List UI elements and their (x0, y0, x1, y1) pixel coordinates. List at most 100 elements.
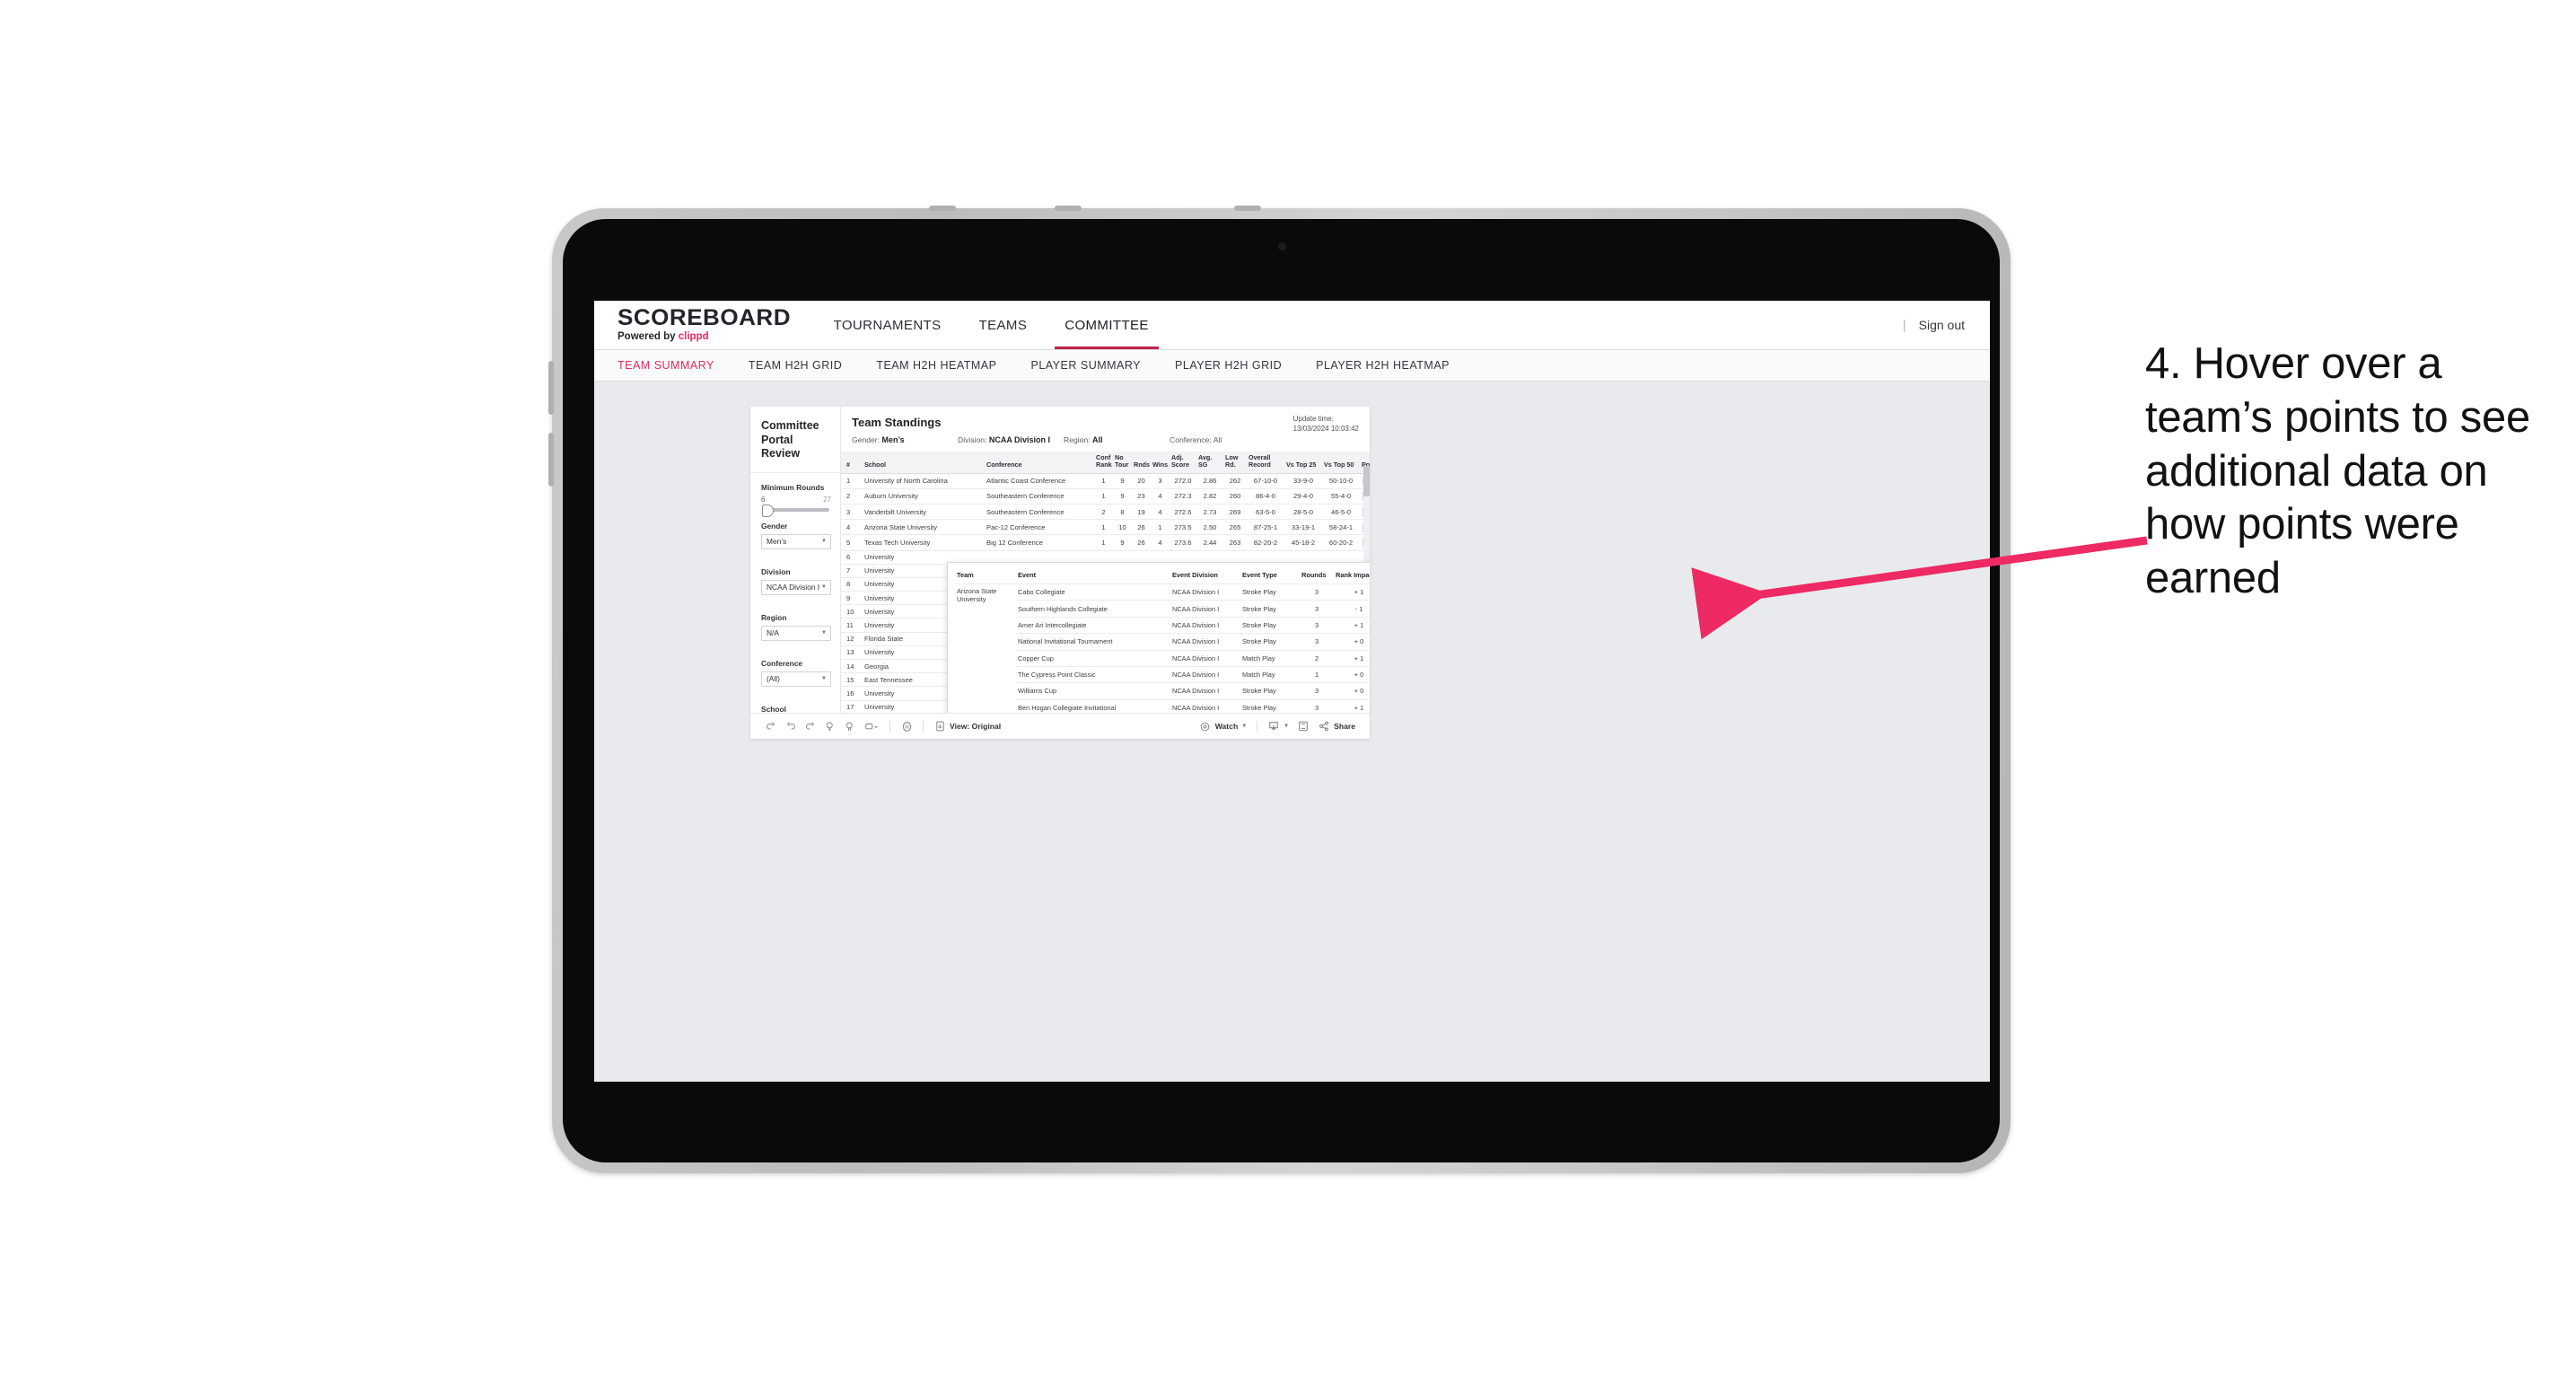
tab-team-summary[interactable]: TEAM SUMMARY (618, 359, 732, 372)
cell-rnds: 26 (1132, 519, 1151, 536)
undo-icon[interactable] (761, 717, 781, 735)
tooltip-cell-event-type: Stroke Play (1240, 698, 1300, 713)
minimum-rounds-slider[interactable] (762, 504, 829, 517)
tab-player-summary[interactable]: PLAYER SUMMARY (1030, 359, 1159, 372)
col-avg-sg[interactable]: Avg. SG (1196, 452, 1223, 474)
tooltip-cell-rounds: 3 (1300, 600, 1334, 618)
tooltip-row: The Cypress Point Classic NCAA Division I… (955, 665, 1370, 683)
slider-handle[interactable] (762, 504, 774, 517)
cell-wins: 4 (1151, 488, 1170, 504)
division-select[interactable]: NCAA Division I ▼ (761, 579, 831, 595)
tooltip-col-event-division: Event Division (1172, 571, 1218, 579)
page-title: Team Standings (852, 416, 942, 429)
tooltip-cell-event: Copper Cup (1016, 649, 1170, 667)
col-no-tour[interactable]: No Tour (1113, 452, 1132, 474)
tooltip-cell-event: National Invitational Tournament (1016, 633, 1170, 650)
tab-player-h2h-grid[interactable]: PLAYER H2H GRID (1175, 359, 1300, 372)
tooltip-table: Team Event Event Division Event Type Rou… (955, 568, 1370, 713)
standings-panel: Team Standings Gender: Men’s Division: N… (841, 407, 1370, 713)
cell-overall-record: 82-20-2 (1247, 534, 1284, 551)
watch-button[interactable]: Watch ▼ (1196, 717, 1250, 735)
redo-icon[interactable] (781, 717, 801, 735)
region-select[interactable]: N/A ▼ (761, 625, 831, 641)
visualization-container: Committee Portal Review Minimum Rounds 6… (750, 407, 1370, 739)
cell-rank: 3 (841, 504, 863, 521)
tooltip-cell-rank-impact: + 0 (1334, 633, 1370, 650)
slider-max-value: 27 (823, 495, 831, 504)
cell-no-tour: 10 (1113, 519, 1132, 536)
revert-icon[interactable] (801, 717, 820, 735)
refresh-icon[interactable] (820, 717, 840, 735)
cell-conf-rank: 1 (1094, 473, 1113, 489)
share-button[interactable]: Share (1314, 717, 1359, 735)
nav-item-tournaments[interactable]: TOURNAMENTS (815, 301, 960, 349)
cell-wins: 4 (1151, 534, 1170, 551)
col-conf-rank[interactable]: Conf Rank (1094, 452, 1113, 474)
tooltip-cell-event: Cabo Collegiate (1016, 583, 1170, 601)
col-rnds[interactable]: Rnds (1132, 452, 1151, 474)
cell-adj-score: 273.5 (1170, 519, 1196, 536)
watch-label: Watch (1214, 722, 1239, 731)
table-row[interactable]: 2 Auburn University Southeastern Conferenc… (841, 488, 1370, 504)
gender-select[interactable]: Men’s ▼ (761, 533, 831, 549)
conference-select-value: (All) (767, 674, 780, 684)
cell-overall-record: 86-4-0 (1247, 488, 1284, 504)
cell-avg-sg: 2.44 (1196, 534, 1223, 551)
cell-rank: 15 (841, 672, 863, 688)
fullscreen-icon[interactable] (1292, 717, 1314, 735)
standings-header-row: # School Conference Conf Rank No Tour Rn… (841, 452, 1370, 474)
cell-vs-top-50: 50-10-0 (1322, 473, 1360, 489)
col-conference[interactable]: Conference (985, 452, 1094, 474)
cell-wins: 3 (1151, 473, 1170, 489)
col-adj-score[interactable]: Adj. Score (1170, 452, 1196, 474)
watch-icon (1199, 717, 1212, 735)
tab-team-h2h-heatmap[interactable]: TEAM H2H HEATMAP (876, 359, 1014, 372)
tooltip-cell-event-division: NCAA Division I (1170, 649, 1240, 667)
context-division-value: NCAA Division I (988, 435, 1051, 444)
pause-icon[interactable] (897, 717, 916, 735)
cell-low-rd: 269 (1223, 504, 1247, 521)
nav-item-teams[interactable]: TEAMS (960, 301, 1047, 349)
tooltip-cell-event: Ben Hogan Collegiate Invitational (1016, 698, 1170, 713)
table-row[interactable]: 4 Arizona State University Pac-12 Conferen… (841, 519, 1370, 536)
chevron-down-icon: ▼ (1241, 724, 1248, 729)
cell-rank: 13 (841, 645, 863, 661)
col-overall-record[interactable]: Overall Record (1247, 452, 1284, 474)
col-vs-top-50[interactable]: Vs Top 50 (1322, 452, 1360, 474)
nav-item-committee[interactable]: COMMITTEE (1046, 301, 1168, 349)
col-vs-top-25[interactable]: Vs Top 25 (1284, 452, 1322, 474)
cell-vs-top-25: 28-5-0 (1284, 504, 1322, 521)
cell-school: University of North Carolina (863, 473, 985, 489)
context-conference-label: Conference: (1170, 435, 1212, 444)
filter-gender: Gender Men’s ▼ (750, 512, 840, 549)
tab-team-h2h-grid[interactable]: TEAM H2H GRID (749, 359, 860, 372)
new-worksheet-icon[interactable] (860, 717, 883, 735)
download-button[interactable]: ▼ (1264, 717, 1292, 735)
col-rank[interactable]: # (841, 452, 863, 474)
pause-auto-updates-icon[interactable] (840, 717, 860, 735)
standings-table-wrapper[interactable]: # School Conference Conf Rank No Tour Rn… (841, 452, 1370, 713)
view-icon (933, 717, 946, 735)
table-row[interactable]: 3 Vanderbilt University Southeastern Confe… (841, 504, 1370, 521)
cell-rank: 11 (841, 618, 863, 633)
chevron-down-icon: ▼ (821, 539, 827, 545)
view-original-button[interactable]: View: Original (930, 717, 1004, 735)
table-row[interactable]: 1 University of North Carolina Atlantic Co… (841, 473, 1370, 489)
app-logo[interactable]: SCOREBOARD Powered by clippd (594, 307, 815, 343)
device-power-button (548, 433, 554, 487)
tooltip-row: National Invitational Tournament NCAA Div… (955, 633, 1370, 650)
col-school[interactable]: School (863, 452, 985, 474)
sign-out-link[interactable]: Sign out (1919, 318, 1965, 332)
logo-tagline-brand: clippd (678, 331, 709, 343)
tab-player-h2h-heatmap[interactable]: PLAYER H2H HEATMAP (1316, 359, 1468, 372)
cell-rank: 14 (841, 659, 863, 674)
table-scrollbar-thumb[interactable] (1363, 466, 1370, 496)
conference-select[interactable]: (All) ▼ (761, 671, 831, 687)
filter-label-division: Division (761, 566, 791, 576)
col-low-rd[interactable]: Low Rd. (1223, 452, 1247, 474)
portal-title: Committee Portal Review (750, 407, 840, 473)
col-wins[interactable]: Wins (1151, 452, 1170, 474)
tooltip-row: Copper CupNCAA Division IMatch Play2+ 14… (955, 649, 1370, 667)
table-row[interactable]: 5 Texas Tech University Big 12 Conference 1… (841, 534, 1370, 551)
tooltip-cell-rounds: 3 (1300, 698, 1334, 713)
